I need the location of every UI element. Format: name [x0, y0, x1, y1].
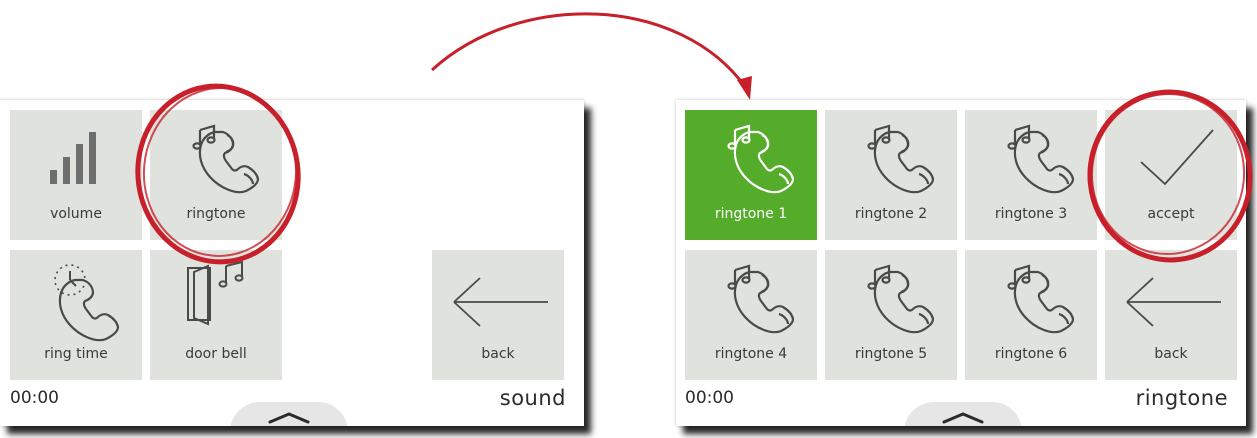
chevron-up-icon	[268, 412, 310, 424]
ringtone-6-tile[interactable]: ringtone 6	[965, 250, 1097, 380]
phone-music-icon	[965, 110, 1097, 206]
ringtone-screen: ringtone 1 ringtone 2 ringtone 3 accept …	[676, 100, 1246, 426]
tile-label: ring time	[44, 346, 108, 362]
tile-label: ringtone 2	[854, 206, 928, 222]
accept-tile[interactable]: accept	[1105, 110, 1237, 240]
phone-music-icon	[825, 250, 957, 346]
screen-title: sound	[499, 386, 566, 410]
ringtone-1-tile[interactable]: ringtone 1	[685, 110, 817, 240]
tile-label: ringtone	[186, 206, 246, 222]
chevron-up-icon	[942, 412, 984, 424]
ringtone-3-tile[interactable]: ringtone 3	[965, 110, 1097, 240]
phone-music-icon	[685, 250, 817, 346]
volume-bars-icon	[10, 110, 142, 206]
clock: 00:00	[10, 388, 59, 408]
tile-label: back	[481, 346, 515, 362]
back-tile[interactable]: back	[1105, 250, 1237, 380]
ringtone-5-tile[interactable]: ringtone 5	[825, 250, 957, 380]
ringtone-2-tile[interactable]: ringtone 2	[825, 110, 957, 240]
tile-label: ringtone 1	[714, 206, 788, 222]
tile-label: ringtone 5	[854, 346, 928, 362]
tile-label: ringtone 6	[994, 346, 1068, 362]
ringtone-tile[interactable]: ringtone	[150, 110, 282, 240]
tile-label: ringtone 4	[714, 346, 788, 362]
tile-label: back	[1154, 346, 1188, 362]
back-tile[interactable]: back	[432, 250, 564, 380]
ring-time-tile[interactable]: ring time	[10, 250, 142, 380]
back-arrow-icon	[432, 250, 564, 346]
tile-label: ringtone 3	[994, 206, 1068, 222]
door-bell-tile[interactable]: door bell	[150, 250, 282, 380]
screen-title: ringtone	[1135, 386, 1228, 410]
tile-label: door bell	[185, 346, 247, 362]
tile-label: volume	[50, 206, 102, 222]
sound-screen: volume ringtone ring time door bell back…	[0, 100, 584, 426]
door-music-icon	[150, 250, 282, 346]
tile-label: accept	[1147, 206, 1195, 222]
ringtone-4-tile[interactable]: ringtone 4	[685, 250, 817, 380]
phone-music-icon	[825, 110, 957, 206]
clock: 00:00	[685, 388, 734, 408]
back-arrow-icon	[1105, 250, 1237, 346]
phone-music-icon	[685, 110, 817, 206]
checkmark-icon	[1105, 110, 1237, 206]
volume-tile[interactable]: volume	[10, 110, 142, 240]
transition-arrow	[430, 12, 752, 100]
menu-tab[interactable]	[230, 402, 348, 426]
menu-tab[interactable]	[904, 402, 1022, 426]
phone-clock-icon	[10, 250, 142, 346]
phone-music-icon	[965, 250, 1097, 346]
phone-music-icon	[150, 110, 282, 206]
